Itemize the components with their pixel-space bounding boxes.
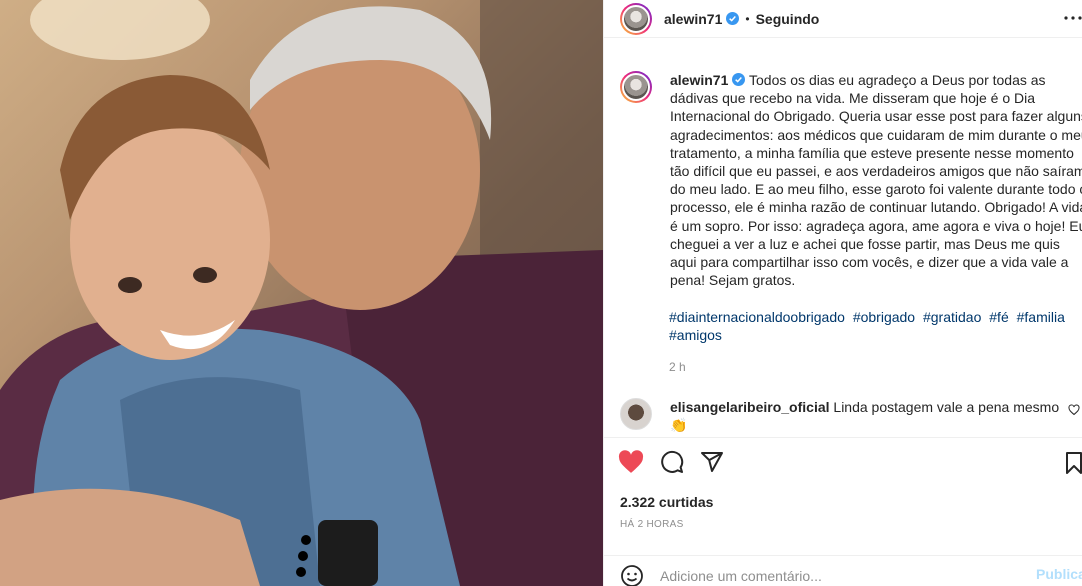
caption-text: Todos os dias eu agradeço a Deus por tod… xyxy=(670,72,1082,289)
comment-input[interactable]: Adicione um comentário... xyxy=(660,568,822,584)
hashtag-link[interactable]: #familia xyxy=(1017,309,1065,325)
hashtag-link[interactable]: #diainternacionaldoobrigado xyxy=(669,309,845,325)
action-icons xyxy=(618,450,724,474)
commenter-avatar[interactable] xyxy=(620,398,652,430)
verified-badge-icon xyxy=(732,73,746,86)
caption: alewin71 Todos os dias eu agradeço a Deu… xyxy=(620,71,1082,289)
publish-button[interactable]: Publicar xyxy=(1036,566,1082,582)
author-username[interactable]: alewin71 xyxy=(664,11,722,27)
comment-like-heart-icon[interactable] xyxy=(1068,404,1080,416)
emoji-smiley-icon[interactable] xyxy=(620,564,644,586)
comment-text: Linda postagem vale a pena mesmo xyxy=(833,399,1060,415)
share-send-icon[interactable] xyxy=(700,450,724,474)
hashtag-link[interactable]: #fé xyxy=(989,309,1008,325)
post-photo-illustration xyxy=(0,0,603,586)
following-button[interactable]: Seguindo xyxy=(756,11,820,27)
author-avatar[interactable] xyxy=(620,2,652,35)
comment-body: elisangelaribeiro_oficial Linda postagem… xyxy=(670,398,1059,434)
comment-item: elisangelaribeiro_oficial Linda postagem… xyxy=(620,398,1082,434)
caption-username[interactable]: alewin71 xyxy=(670,72,728,88)
comment-input-bar: Adicione um comentário... Publicar xyxy=(604,555,1082,586)
post-header: alewin71 • Seguindo xyxy=(604,0,1082,38)
comment-icon[interactable] xyxy=(660,450,684,474)
commenter-username[interactable]: elisangelaribeiro_oficial xyxy=(670,399,830,415)
post-photo[interactable] xyxy=(0,0,603,586)
hashtag-link[interactable]: #obrigado xyxy=(853,309,915,325)
caption-author-avatar[interactable] xyxy=(620,71,652,103)
caption-body: alewin71 Todos os dias eu agradeço a Deu… xyxy=(670,71,1082,289)
header-separator: • xyxy=(745,11,750,26)
verified-badge-icon xyxy=(726,12,740,25)
likes-count[interactable]: 2.322 curtidas xyxy=(620,494,713,510)
post-time-ago: HÁ 2 HORAS xyxy=(620,519,684,530)
bookmark-icon[interactable] xyxy=(1065,452,1082,474)
post-sidebar: alewin71 • Seguindo alewin71 Todos os di… xyxy=(603,0,1082,586)
caption-time: 2 h xyxy=(669,360,686,374)
more-horizontal-icon[interactable] xyxy=(1063,8,1082,28)
liked-heart-icon[interactable] xyxy=(618,450,644,474)
hashtag-list: #diainternacionaldoobrigado #obrigado #g… xyxy=(669,308,1082,344)
clapping-emoji: 👏 xyxy=(670,417,688,433)
hashtag-link[interactable]: #amigos xyxy=(669,327,722,343)
hashtag-link[interactable]: #gratidao xyxy=(923,309,981,325)
